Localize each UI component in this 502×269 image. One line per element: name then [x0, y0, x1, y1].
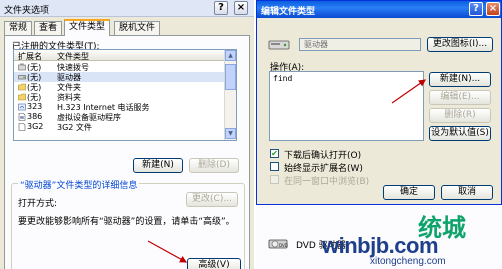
list-item[interactable]: (无) 快速拨号: [14, 62, 224, 72]
phone-service-icon: [18, 103, 26, 111]
ok-button[interactable]: 确定: [383, 185, 435, 200]
type-name-field[interactable]: 驱动器: [299, 38, 421, 51]
close-button[interactable]: ×: [486, 2, 500, 16]
folder-icon: [18, 93, 26, 101]
list-item[interactable]: 386 虚拟设备驱动程序: [14, 112, 224, 122]
close-button[interactable]: ×: [234, 1, 248, 15]
change-icon-button[interactable]: 更改图标(I)...: [427, 37, 493, 52]
edit-file-type-dialog: 编辑文件类型 ? × 驱动器 更改图标(I)... 操作(A): find 新建…: [256, 0, 502, 205]
details-group: “驱动器”文件类型的详细信息 打开方式: 更改(C)... 要更改能够影响所有“…: [11, 178, 245, 269]
driver-file-icon: [18, 113, 26, 121]
delete-type-button[interactable]: 删除(D): [189, 158, 239, 173]
tab-bar: 常规 查看 文件类型 脱机文件: [2, 19, 252, 36]
edit-dialog-titlebar: 编辑文件类型 ? ×: [257, 1, 501, 18]
file-icon: [18, 123, 26, 131]
scroll-up-arrow-icon[interactable]: ▲: [225, 50, 236, 61]
always-show-extension-checkbox[interactable]: [270, 162, 279, 171]
file-types-panel: 已注册的文件类型(T): 扩展名 文件类型 (无) 快速拨号 (无) 驱动器 (…: [4, 35, 250, 269]
scroll-thumb[interactable]: [225, 64, 236, 90]
delete-action-button[interactable]: 删除(R): [429, 108, 491, 123]
help-button[interactable]: ?: [214, 1, 228, 15]
item-extension: 3G2: [27, 122, 44, 131]
file-types-list[interactable]: 扩展名 文件类型 (无) 快速拨号 (无) 驱动器 (无) 文件夹 (无) 资料…: [13, 49, 237, 141]
browse-same-window-checkbox[interactable]: [270, 175, 279, 184]
action-item[interactable]: find: [273, 74, 292, 83]
tab-view[interactable]: 查看: [34, 21, 63, 35]
advanced-button[interactable]: 高级(V): [187, 258, 241, 269]
dvd-drive-icon: DVD: [268, 239, 288, 249]
drive-icon: [268, 40, 290, 50]
list-item-selected[interactable]: (无) 驱动器: [14, 72, 224, 82]
column-extension[interactable]: 扩展名: [18, 51, 42, 62]
set-default-button[interactable]: 设为默认值(S): [429, 126, 491, 141]
dialog-title: 编辑文件类型: [261, 7, 316, 17]
new-action-button[interactable]: 新建(N)...: [429, 72, 491, 87]
browse-same-window-label: 在同一窗口中浏览(B): [284, 177, 370, 187]
edit-action-button[interactable]: 编辑(E)...: [429, 90, 491, 105]
item-extension: 323: [27, 102, 43, 111]
window-title: 文件夹选项: [4, 6, 50, 16]
svg-text:DVD: DVD: [279, 243, 288, 248]
item-extension: 386: [27, 112, 43, 121]
folder-options-window: 文件夹选项 ? × 常规 查看 文件类型 脱机文件 已注册的文件类型(T): 扩…: [0, 0, 254, 269]
list-scrollbar[interactable]: ▲ ▼: [224, 50, 236, 140]
list-item[interactable]: 323 H.323 Internet 电话服务: [14, 102, 224, 112]
speed-dial-icon: [18, 63, 26, 71]
details-group-title: “驱动器”文件类型的详细信息: [18, 178, 140, 191]
change-button[interactable]: 更改(C)...: [186, 192, 238, 207]
tab-general[interactable]: 常规: [4, 21, 33, 35]
column-file-type[interactable]: 文件类型: [57, 51, 89, 62]
item-type: 3G2 文件: [57, 123, 92, 132]
tab-offline-files[interactable]: 脱机文件: [114, 21, 161, 35]
tab-file-types[interactable]: 文件类型: [64, 19, 111, 36]
list-item[interactable]: (无) 资料夹: [14, 92, 224, 102]
cancel-button[interactable]: 取消: [441, 185, 493, 200]
list-header: 扩展名 文件类型: [14, 50, 236, 62]
folder-icon: [18, 83, 26, 91]
list-item[interactable]: (无) 文件夹: [14, 82, 224, 92]
watermark-subtext: xitongcheng.com: [370, 256, 446, 267]
details-text: 要更改能够影响所有“驱动器”的设置，请单击“高级”。: [18, 217, 235, 227]
list-item[interactable]: 3G2 3G2 文件: [14, 122, 224, 132]
new-type-button[interactable]: 新建(N): [133, 158, 183, 173]
always-show-extension-label: 始终显示扩展名(W): [284, 164, 363, 174]
help-button[interactable]: ?: [469, 2, 483, 16]
drive-icon: [18, 75, 26, 80]
scroll-down-arrow-icon[interactable]: ▼: [225, 128, 236, 139]
confirm-open-checkbox[interactable]: ✔: [270, 149, 279, 158]
actions-list[interactable]: find: [269, 71, 424, 141]
opens-with-label: 打开方式:: [18, 199, 58, 209]
folder-options-titlebar: 文件夹选项 ? ×: [0, 0, 254, 17]
confirm-open-label: 下载后确认打开(O): [284, 151, 362, 161]
